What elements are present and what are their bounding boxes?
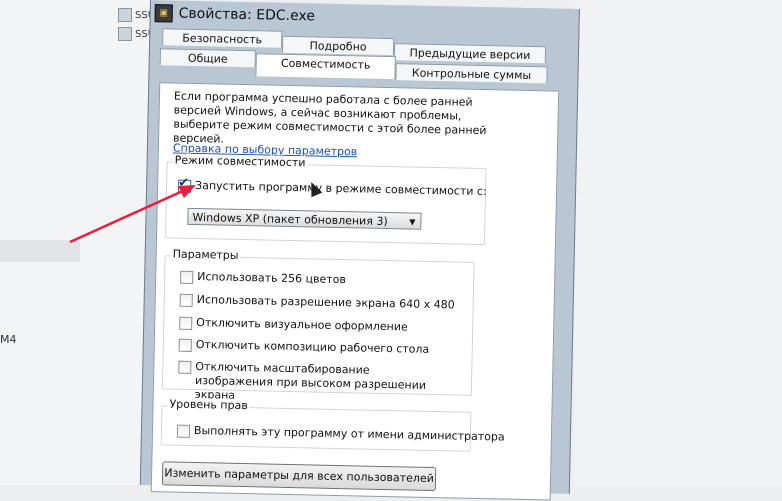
- annotation-arrow-line: [69, 188, 186, 244]
- annotation-arrow: [69, 185, 196, 244]
